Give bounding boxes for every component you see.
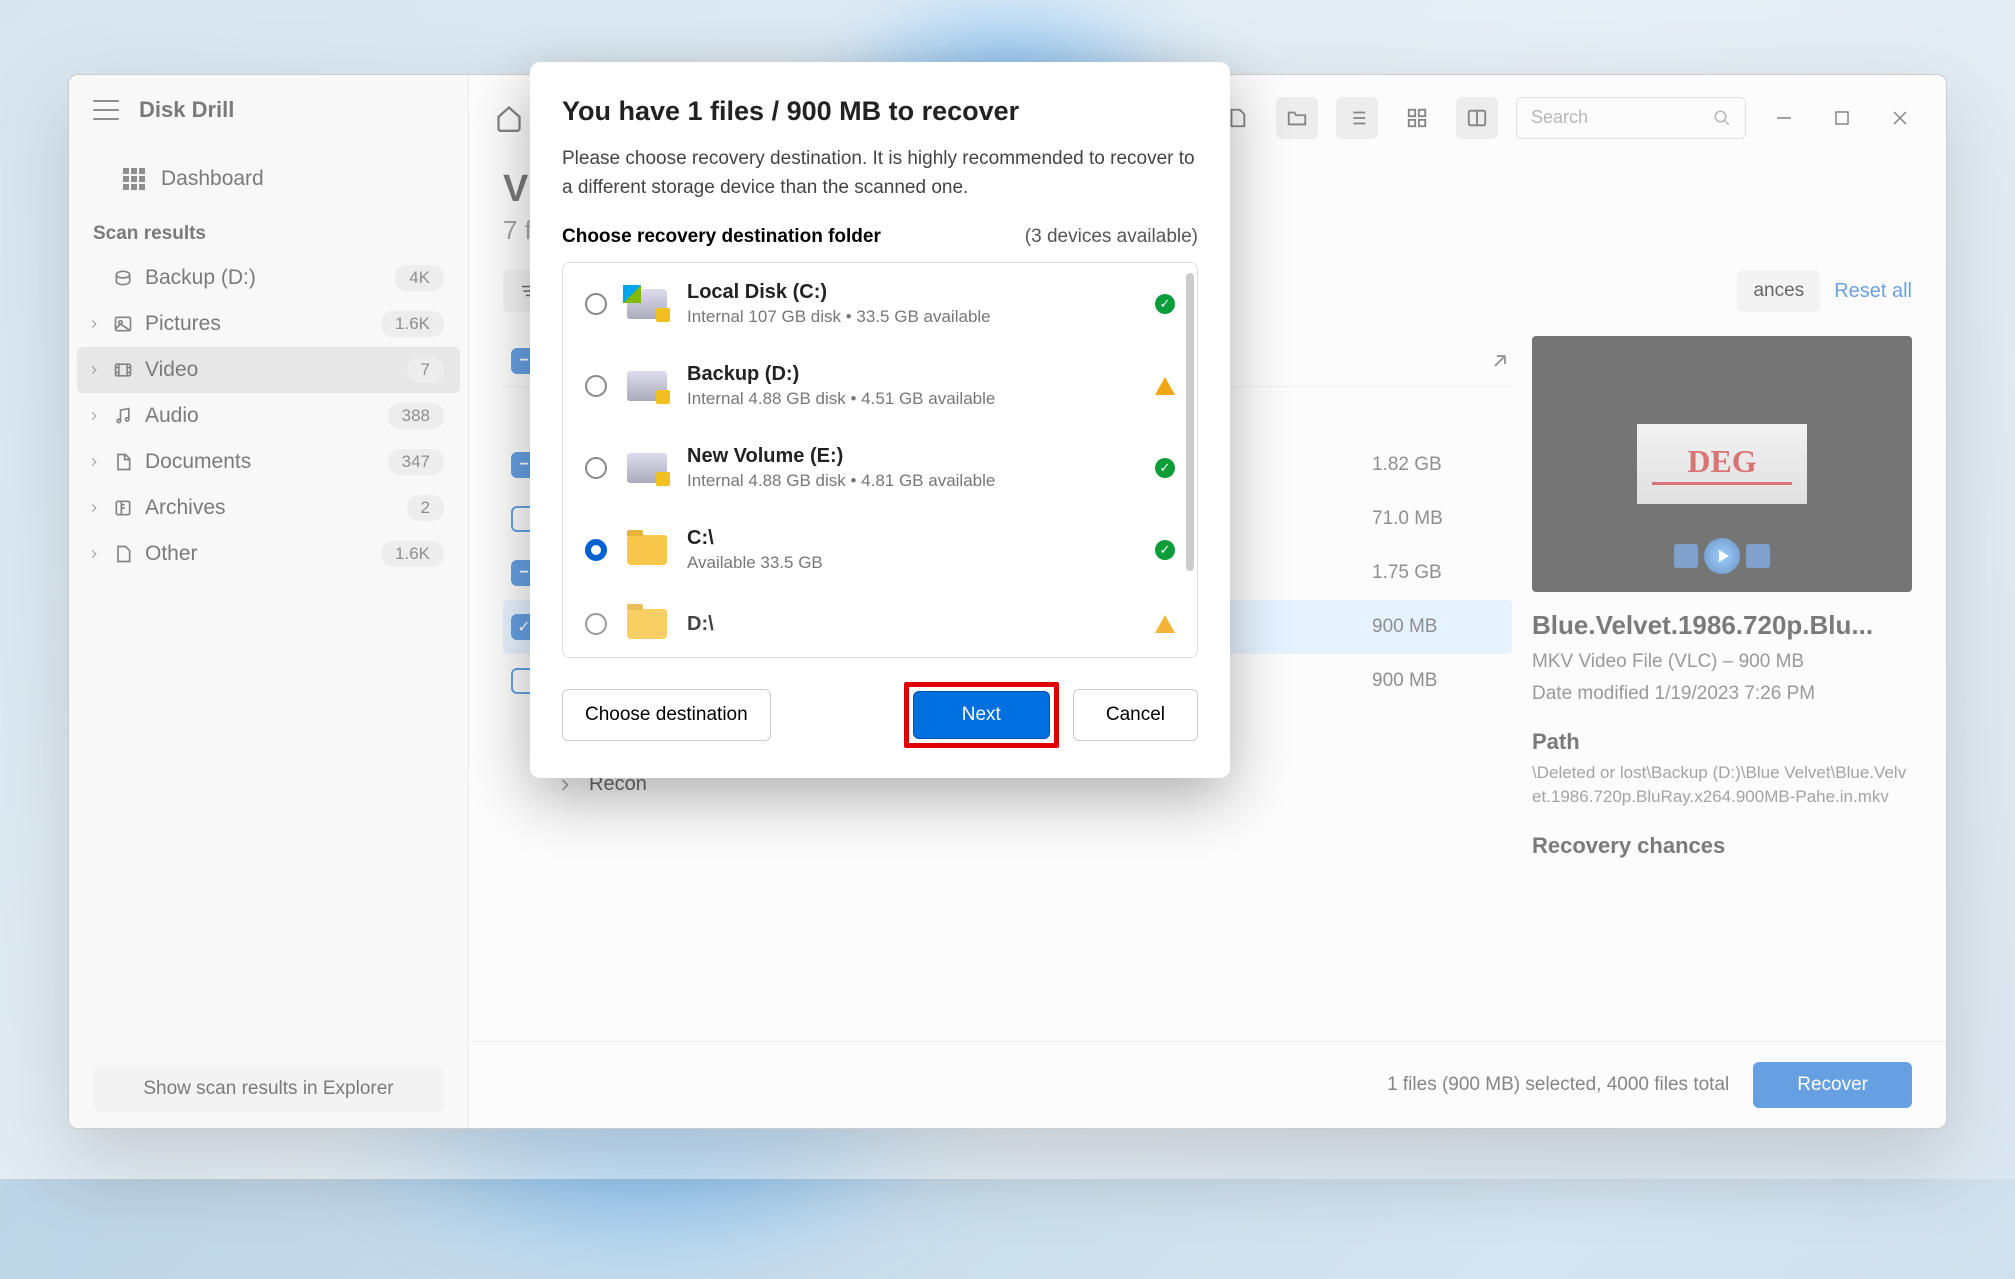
destination-item[interactable]: Local Disk (C:) Internal 107 GB disk • 3… [563,263,1197,345]
scrollbar[interactable] [1186,273,1194,571]
status-warning-icon [1155,615,1175,633]
device-count: (3 devices available) [1025,226,1198,248]
choose-destination-button[interactable]: Choose destination [562,689,771,741]
folder-icon [627,609,667,639]
destination-list: Local Disk (C:) Internal 107 GB disk • 3… [562,262,1198,658]
modal-title: You have 1 files / 900 MB to recover [562,96,1198,127]
radio-button[interactable] [585,613,607,635]
destination-item[interactable]: C:\ Available 33.5 GB ✓ [563,509,1197,591]
next-button[interactable]: Next [913,691,1050,739]
status-ok-icon: ✓ [1155,540,1175,560]
status-ok-icon: ✓ [1155,458,1175,478]
destination-subtitle: Choose recovery destination folder [562,226,881,248]
modal-description: Please choose recovery destination. It i… [562,145,1198,202]
destination-item[interactable]: New Volume (E:) Internal 4.88 GB disk • … [563,427,1197,509]
folder-icon [627,535,667,565]
status-warning-icon [1155,377,1175,395]
drive-icon [627,453,667,483]
radio-button[interactable] [585,293,607,315]
highlight-annotation: Next [904,682,1059,748]
radio-button[interactable] [585,539,607,561]
radio-button[interactable] [585,457,607,479]
recovery-destination-modal: You have 1 files / 900 MB to recover Ple… [530,62,1230,778]
destination-item[interactable]: D:\ [563,591,1197,657]
destination-item[interactable]: Backup (D:) Internal 4.88 GB disk • 4.51… [563,345,1197,427]
status-ok-icon: ✓ [1155,294,1175,314]
cancel-button[interactable]: Cancel [1073,689,1198,741]
drive-icon [627,289,667,319]
drive-icon [627,371,667,401]
radio-button[interactable] [585,375,607,397]
